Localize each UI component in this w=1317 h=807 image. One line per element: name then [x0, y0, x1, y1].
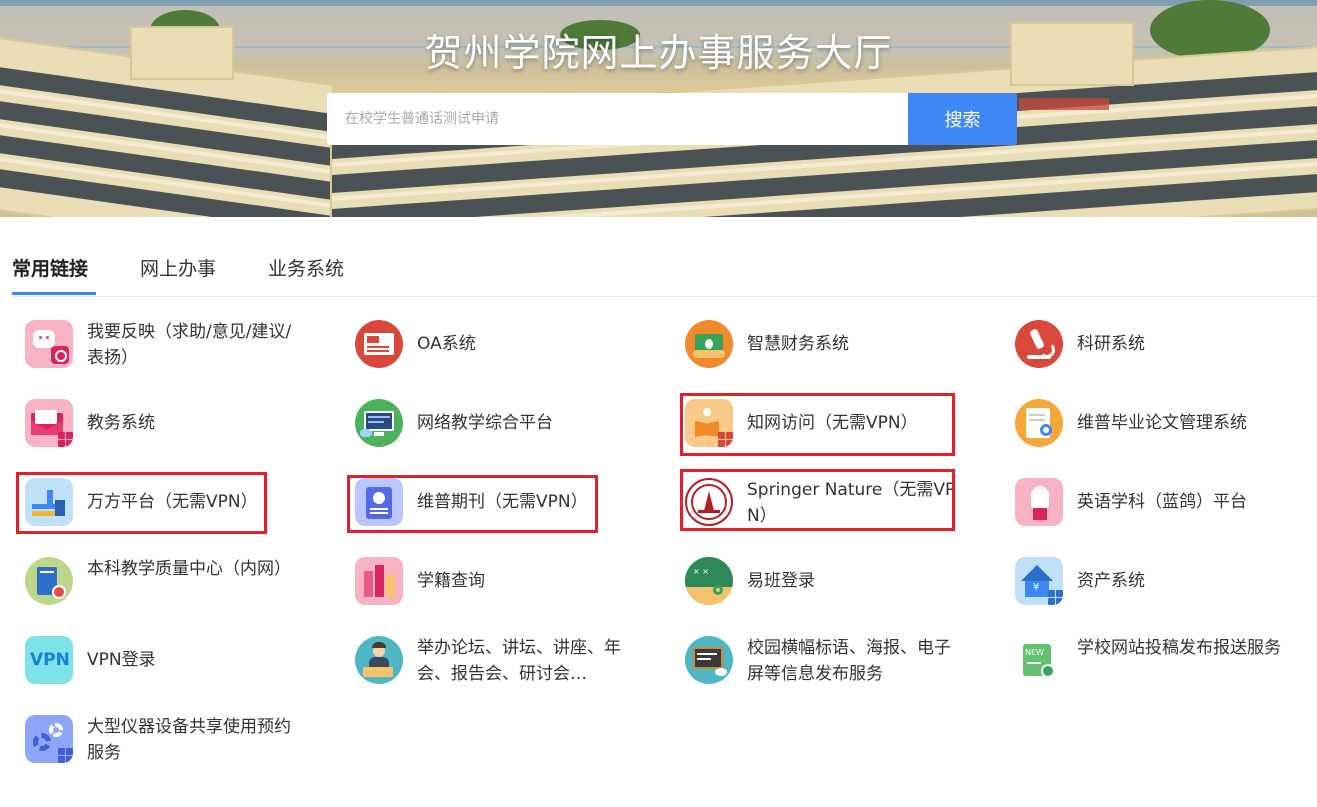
envelope-icon — [25, 399, 73, 447]
link-oa-system[interactable]: OA系统 — [330, 302, 630, 368]
link-yiban-login[interactable]: × × 易班登录 — [660, 539, 960, 605]
hero-banner: 贺州学院网上办事服务大厅 搜索 — [0, 0, 1317, 217]
search-bar: 搜索 — [327, 93, 1017, 145]
university-seal-icon — [685, 478, 733, 526]
gears-icon — [25, 715, 73, 763]
tab-online-affairs[interactable]: 网上办事 — [140, 254, 216, 281]
tab-business-systems[interactable]: 业务系统 — [268, 254, 344, 281]
link-label: 大型仪器设备共享使用预约服务 — [87, 717, 291, 763]
link-label: 网络教学综合平台 — [417, 413, 553, 433]
link-asset-system[interactable]: ¥ 资产系统 — [990, 539, 1290, 605]
link-teaching-quality[interactable]: 本科教学质量中心（内网） — [0, 539, 300, 605]
link-feedback[interactable]: 我要反映（求助/意见/建议/表扬） — [0, 302, 300, 368]
link-label: VPN登录 — [87, 650, 156, 670]
monitor-icon — [355, 399, 403, 447]
tab-bar: 常用链接 网上办事 业务系统 — [12, 240, 1317, 297]
link-smart-finance[interactable]: 智慧财务系统 — [660, 302, 960, 368]
link-academic-affairs[interactable]: 教务系统 — [0, 381, 300, 447]
link-instrument-sharing[interactable]: 大型仪器设备共享使用预约服务 — [0, 697, 300, 763]
link-label: 校园横幅标语、海报、电子屏等信息发布服务 — [747, 638, 951, 684]
link-label: 易班登录 — [747, 571, 815, 591]
link-label: 科研系统 — [1077, 334, 1145, 354]
link-label: OA系统 — [417, 334, 476, 354]
screen-eye-icon — [685, 636, 733, 684]
link-label: 万方平台（无需VPN） — [87, 492, 258, 512]
link-label: 维普期刊（无需VPN） — [417, 492, 588, 512]
feedback-icon — [25, 320, 73, 368]
link-vpn-login[interactable]: VPN VPN登录 — [0, 618, 300, 684]
link-label: 我要反映（求助/意见/建议/表扬） — [87, 322, 292, 368]
link-english-platform[interactable]: 英语学科（蓝鸽）平台 — [990, 460, 1290, 526]
link-website-submission[interactable]: NEW 学校网站投稿发布报送服务 — [990, 618, 1290, 684]
link-label: Springer Nature（无需VPN） — [747, 480, 956, 526]
link-label: 维普毕业论文管理系统 — [1077, 413, 1247, 433]
link-label: 教务系统 — [87, 413, 155, 433]
link-cnki-access[interactable]: 知网访问（无需VPN） — [660, 381, 960, 447]
link-vip-thesis[interactable]: 维普毕业论文管理系统 — [990, 381, 1290, 447]
active-tab-indicator — [12, 292, 96, 295]
page-title: 贺州学院网上办事服务大厅 — [424, 31, 893, 75]
link-campus-publicity[interactable]: 校园横幅标语、海报、电子屏等信息发布服务 — [660, 618, 960, 684]
thesis-search-icon — [1015, 399, 1063, 447]
search-button[interactable]: 搜索 — [908, 93, 1017, 145]
link-springer-nature[interactable]: Springer Nature（无需VPN） — [660, 460, 960, 526]
link-wanfang[interactable]: 万方平台（无需VPN） — [0, 460, 300, 526]
link-label: 资产系统 — [1077, 571, 1145, 591]
link-label: 知网访问（无需VPN） — [747, 413, 918, 433]
asset-house-icon: ¥ — [1015, 557, 1063, 605]
wanfang-icon — [25, 478, 73, 526]
new-upload-icon: NEW — [1015, 636, 1063, 684]
oa-icon — [355, 320, 403, 368]
link-vip-journal[interactable]: 维普期刊（无需VPN） — [330, 460, 630, 526]
link-label: 学籍查询 — [417, 571, 485, 591]
finance-icon — [685, 320, 733, 368]
journal-icon — [355, 478, 403, 526]
book-reader-icon — [685, 399, 733, 447]
vpn-icon: VPN — [25, 636, 73, 684]
microscope-icon — [1015, 320, 1063, 368]
banner-building-sign — [1019, 98, 1109, 110]
link-student-records[interactable]: 学籍查询 — [330, 539, 630, 605]
student-record-icon — [355, 557, 403, 605]
raised-hand-icon — [1015, 478, 1063, 526]
link-label: 举办论坛、讲坛、讲座、年会、报告会、研讨会… — [417, 638, 621, 684]
link-label: 本科教学质量中心（内网） — [87, 559, 291, 579]
lecture-icon — [355, 636, 403, 684]
link-research-system[interactable]: 科研系统 — [990, 302, 1290, 368]
link-label: 英语学科（蓝鸽）平台 — [1077, 492, 1247, 512]
search-input[interactable] — [327, 93, 908, 145]
quality-book-icon — [25, 557, 73, 605]
tab-common-links[interactable]: 常用链接 — [12, 254, 88, 281]
link-label: 智慧财务系统 — [747, 334, 849, 354]
blackboard-icon: × × — [685, 557, 733, 605]
link-online-teaching[interactable]: 网络教学综合平台 — [330, 381, 630, 447]
link-label: 学校网站投稿发布报送服务 — [1077, 638, 1281, 658]
link-forum-events[interactable]: 举办论坛、讲坛、讲座、年会、报告会、研讨会… — [330, 618, 630, 684]
